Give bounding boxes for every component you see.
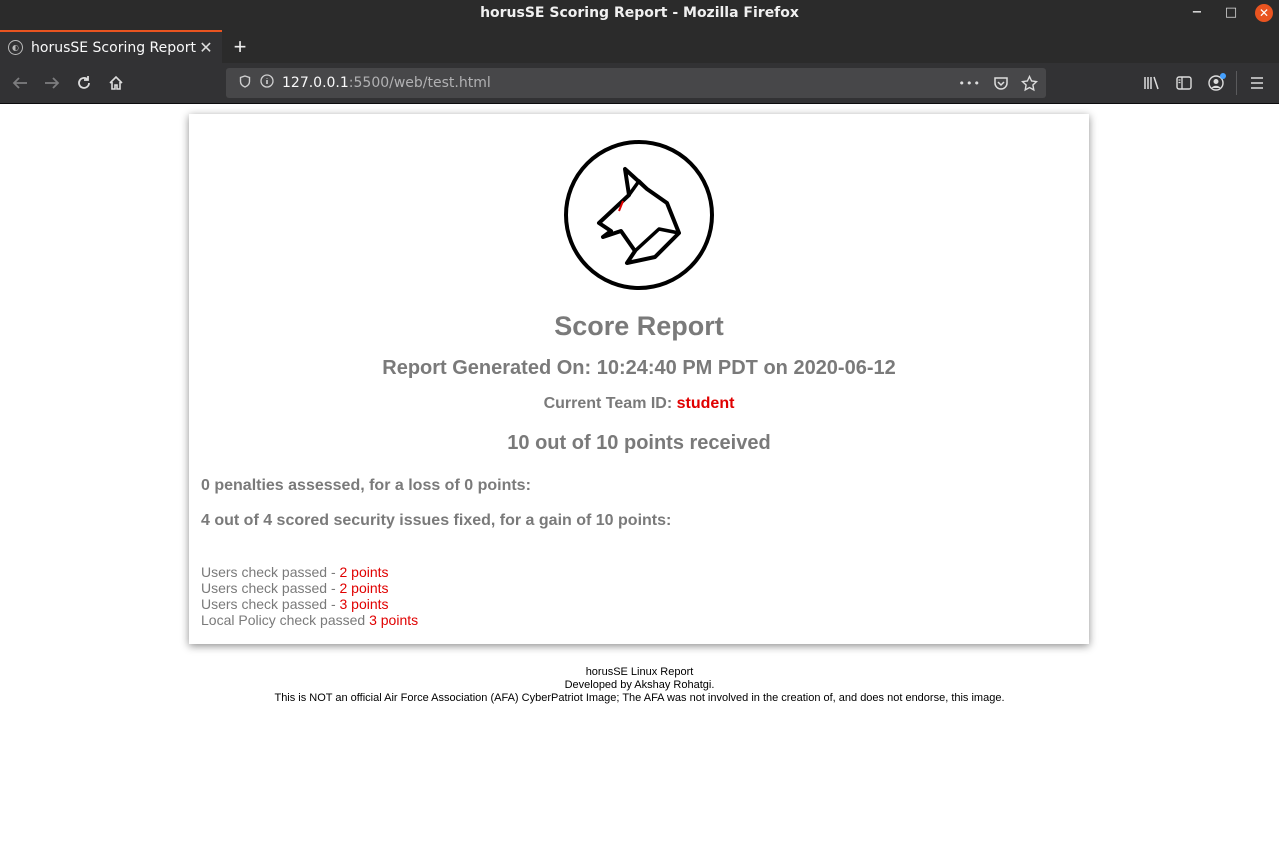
team-id-line: Current Team ID: student	[201, 393, 1077, 415]
url-actions: •••	[959, 74, 1038, 92]
library-button[interactable]	[1136, 67, 1168, 99]
url-bar[interactable]: 127.0.0.1:5500/web/test.html •••	[226, 68, 1046, 98]
tracking-shield-icon[interactable]	[234, 74, 256, 92]
pocket-icon[interactable]	[993, 75, 1009, 91]
page-footer: horusSE Linux Report Developed by Akshay…	[0, 666, 1279, 705]
account-button[interactable]	[1200, 67, 1232, 99]
issues-summary: 4 out of 4 scored security issues fixed,…	[201, 512, 672, 529]
check-label: Users check passed -	[201, 596, 340, 612]
report-card: Score Report Report Generated On: 10:24:…	[189, 114, 1089, 644]
fox-logo-icon	[564, 140, 714, 290]
reload-icon	[78, 76, 90, 89]
fox-favicon-icon: ◐	[8, 40, 23, 55]
url-host: 127.0.0.1	[282, 75, 349, 91]
minimize-button[interactable]: −	[1187, 3, 1207, 23]
window-title: horusSE Scoring Report - Mozilla Firefox	[480, 4, 799, 21]
window-titlebar: horusSE Scoring Report - Mozilla Firefox…	[0, 0, 1279, 25]
toolbar-separator	[1236, 71, 1237, 95]
tab-strip: ◐ horusSE Scoring Report ✕ +	[0, 25, 1279, 63]
back-button[interactable]	[4, 67, 36, 99]
bookmark-star-icon[interactable]	[1021, 74, 1038, 92]
home-icon	[109, 75, 123, 90]
url-path: :5500/web/test.html	[348, 75, 491, 91]
window-controls: − □ ✕	[1187, 0, 1273, 25]
check-points: 3 points	[339, 596, 389, 612]
home-button[interactable]	[100, 67, 132, 99]
footer-developer: Developed by Akshay Rohatgi.	[564, 679, 715, 691]
close-tab-icon[interactable]: ✕	[198, 38, 214, 57]
team-id-value: student	[676, 395, 735, 412]
points-summary: 10 out of 10 points received	[507, 432, 771, 454]
check-label: Users check passed -	[201, 564, 340, 580]
check-points: 2 points	[339, 580, 389, 596]
url-text[interactable]: 127.0.0.1:5500/web/test.html	[282, 75, 491, 91]
page-content: Score Report Report Generated On: 10:24:…	[0, 104, 1279, 865]
arrow-left-icon	[12, 77, 27, 89]
check-points: 2 points	[339, 564, 389, 580]
forward-button[interactable]	[36, 67, 68, 99]
navigation-toolbar: 127.0.0.1:5500/web/test.html •••	[0, 63, 1279, 104]
footer-disclaimer: This is NOT an official Air Force Associ…	[274, 692, 1005, 704]
penalties-summary: 0 penalties assessed, for a loss of 0 po…	[201, 477, 531, 494]
page-title: Score Report	[554, 311, 724, 341]
check-item: Users check passed - 2 points	[201, 580, 1077, 596]
notification-dot	[1220, 73, 1226, 79]
check-item: Local Policy check passed 3 points	[201, 612, 1077, 628]
hamburger-menu-icon	[1251, 77, 1263, 89]
check-label: Local Policy check passed	[201, 612, 370, 628]
check-item: Users check passed - 2 points	[201, 564, 1077, 580]
check-points: 3 points	[369, 612, 419, 628]
tab-label: horusSE Scoring Report	[31, 39, 196, 56]
toolbar-right	[1136, 63, 1279, 103]
report-generated-time: Report Generated On: 10:24:40 PM PDT on …	[382, 357, 896, 379]
check-item: Users check passed - 3 points	[201, 596, 1077, 612]
menu-button[interactable]	[1241, 67, 1273, 99]
reload-button[interactable]	[68, 67, 100, 99]
page-actions-menu-icon[interactable]: •••	[959, 77, 981, 90]
site-info-icon[interactable]	[256, 74, 278, 92]
team-id-label: Current Team ID:	[543, 395, 673, 412]
footer-title: horusSE Linux Report	[585, 666, 694, 678]
sidebar-button[interactable]	[1168, 67, 1200, 99]
library-icon	[1144, 76, 1159, 90]
tab-scoring-report[interactable]: ◐ horusSE Scoring Report ✕	[0, 30, 222, 63]
check-label: Users check passed -	[201, 580, 340, 596]
new-tab-button[interactable]: +	[225, 30, 255, 63]
arrow-right-icon	[45, 77, 60, 89]
checks-list: Users check passed - 2 points Users chec…	[201, 564, 1077, 628]
sidebar-icon	[1176, 76, 1192, 90]
close-window-button[interactable]: ✕	[1255, 3, 1273, 22]
maximize-button[interactable]: □	[1221, 3, 1241, 23]
